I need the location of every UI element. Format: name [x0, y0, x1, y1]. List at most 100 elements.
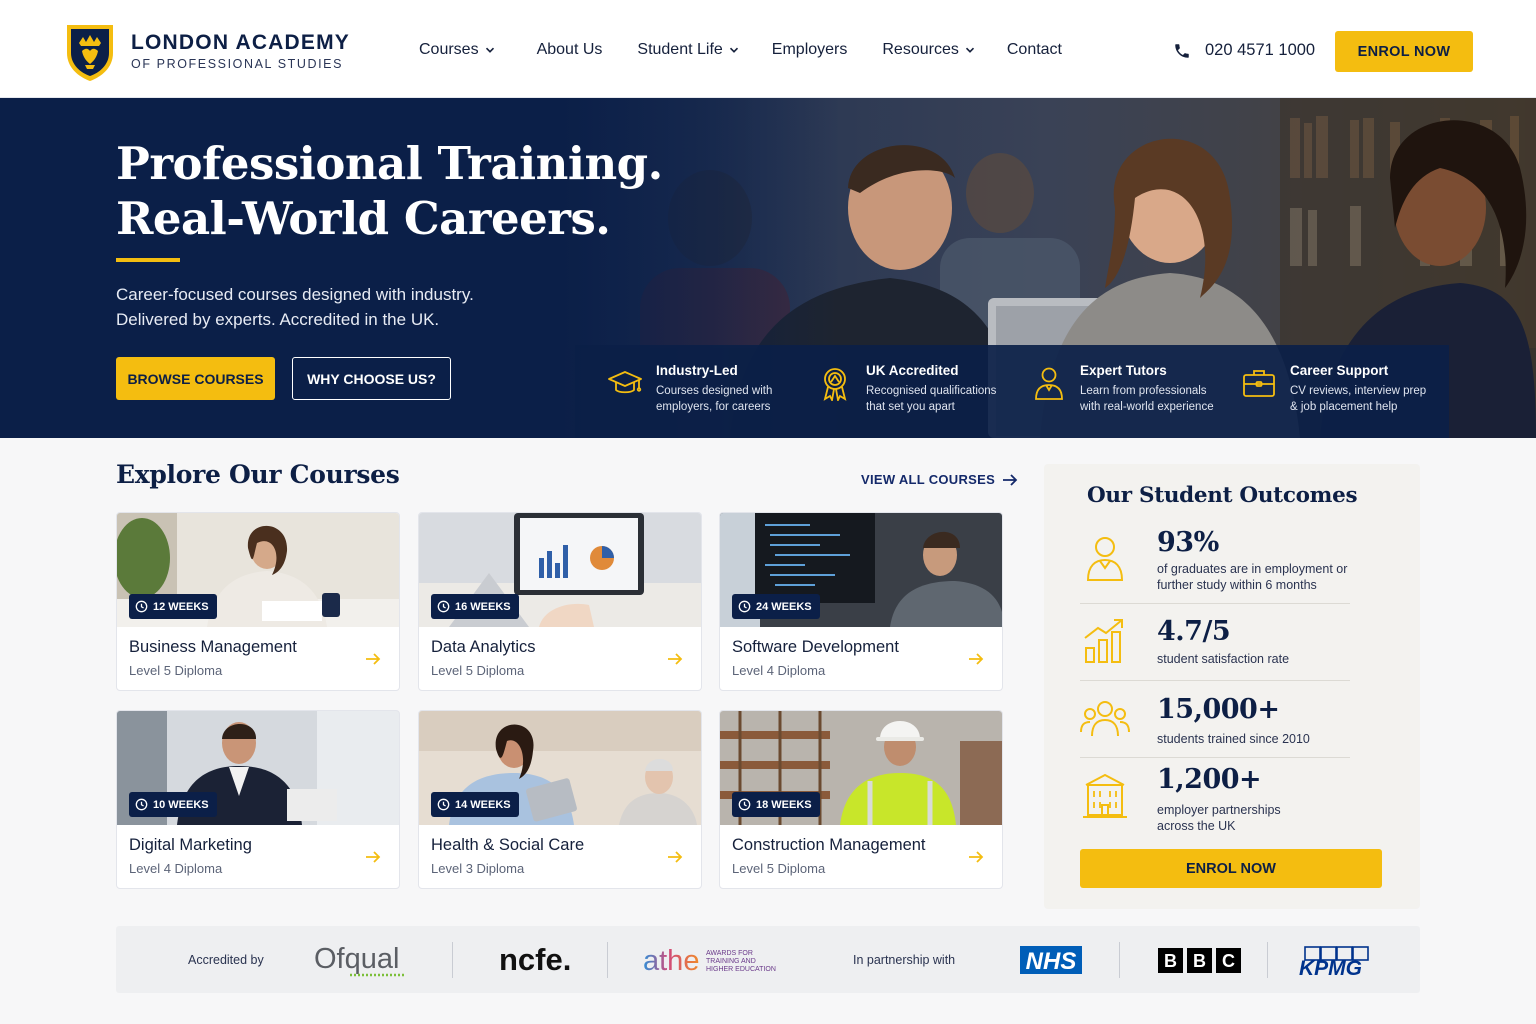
why-choose-us-button[interactable]: WHY CHOOSE US? — [292, 357, 451, 400]
stat-divider — [1080, 757, 1350, 758]
course-card-business-management[interactable]: 12 WEEKS Business Management Level 5 Dip… — [116, 512, 400, 691]
bbc-wordmark: B B C — [1158, 948, 1241, 973]
svg-text:B: B — [1193, 951, 1206, 971]
duration-badge: 16 WEEKS — [431, 594, 519, 619]
award-medal-icon — [823, 368, 847, 401]
enrol-now-button[interactable]: ENROL NOW — [1335, 31, 1473, 72]
nhs-logo[interactable]: NHS — [1020, 946, 1082, 979]
features-bar: Industry-Led Courses designed with emplo… — [575, 345, 1449, 438]
hero-title: Professional Training. Real-World Career… — [116, 136, 663, 246]
brand-subtitle: OF PROFESSIONAL STUDIES — [131, 57, 344, 71]
ncfe-wordmark: ncfe. — [499, 942, 571, 976]
courses-section-title: Explore Our Courses — [116, 460, 400, 489]
feature-career-support: Career Support CV reviews, interview pre… — [1209, 345, 1449, 438]
bbc-logo[interactable]: B B C — [1158, 948, 1242, 978]
nav-item-about-us[interactable]: About Us — [537, 41, 603, 59]
clock-icon — [135, 798, 148, 811]
hero-accent-rule — [116, 258, 180, 262]
building-icon — [1083, 773, 1127, 818]
nav-label: Contact — [1006, 41, 1062, 58]
course-card-digital-marketing[interactable]: 10 WEEKS Digital Marketing Level 4 Diplo… — [116, 710, 400, 889]
stat-students-trained: 15,000+ students trained since 2010 — [1080, 694, 1350, 754]
ncfe-logo[interactable]: ncfe. — [499, 942, 579, 981]
logo-separator — [1119, 942, 1120, 978]
nav-item-courses[interactable]: Courses — [419, 41, 495, 59]
kpmg-wordmark: KPMG — [1299, 957, 1362, 978]
arrow-right-icon — [668, 653, 683, 665]
phone-link[interactable]: 020 4571 1000 — [1173, 41, 1315, 60]
course-level: Level 5 Diploma — [129, 663, 223, 678]
nav-item-employers[interactable]: Employers — [772, 41, 848, 59]
course-card-software-development[interactable]: 24 WEEKS Software Development Level 4 Di… — [719, 512, 1003, 691]
course-name: Health & Social Care — [431, 836, 585, 854]
chevron-down-icon — [729, 47, 738, 53]
main-nav: Courses About Us Student Life Employers … — [419, 41, 1062, 59]
feature-industry-led: Industry-Led Courses designed with emplo… — [575, 345, 785, 438]
course-level: Level 4 Diploma — [129, 861, 223, 876]
stat-divider — [1080, 680, 1350, 681]
arrow-right-icon — [1003, 473, 1018, 486]
stat-satisfaction: 4.7/5 student satisfaction rate — [1080, 616, 1350, 676]
course-level: Level 4 Diploma — [732, 663, 826, 678]
nav-item-resources[interactable]: Resources — [882, 41, 974, 59]
stat-divider — [1080, 603, 1350, 604]
in-partnership-label: In partnership with — [853, 953, 956, 967]
chevron-down-icon — [965, 47, 974, 53]
hero-subtitle: Career-focused courses designed with ind… — [116, 282, 474, 332]
duration-label: 10 WEEKS — [153, 798, 209, 811]
feature-uk-accredited: UK Accredited Recognised qualifications … — [785, 345, 999, 438]
stat-desc: student satisfaction rate — [1157, 652, 1290, 666]
view-all-courses-link[interactable]: VIEW ALL COURSES — [861, 472, 1018, 487]
clock-icon — [738, 600, 751, 613]
brand-title[interactable]: LONDON ACADEMY — [131, 31, 350, 55]
nav-label: Courses — [419, 41, 479, 58]
stat-value: 93% — [1157, 527, 1219, 558]
browse-courses-button[interactable]: BROWSE COURSES — [116, 357, 275, 400]
arrow-right-icon — [969, 653, 984, 665]
student-outcomes-panel: Our Student Outcomes 93% of graduates ar… — [1044, 464, 1420, 909]
nav-label: Employers — [771, 41, 848, 58]
duration-label: 24 WEEKS — [756, 600, 812, 613]
ofqual-logo[interactable]: Ofqual — [314, 940, 408, 983]
briefcase-icon — [1243, 370, 1275, 397]
athe-tagline: AWARDS FOR TRAINING AND HIGHER EDUCATION — [706, 950, 776, 973]
arrow-right-icon — [366, 653, 381, 665]
feature-title: Expert Tutors — [1080, 363, 1167, 378]
stat-desc: employer partnerships across the UK — [1157, 803, 1281, 833]
stat-value: 4.7/5 — [1157, 616, 1231, 647]
arrow-right-icon — [366, 851, 381, 863]
outcomes-title: Our Student Outcomes — [1087, 483, 1358, 508]
course-name: Software Development — [732, 638, 899, 656]
course-level: Level 3 Diploma — [431, 861, 525, 876]
crest-logo-icon[interactable] — [64, 21, 116, 83]
tutor-person-icon — [1035, 367, 1063, 400]
course-level: Level 5 Diploma — [431, 663, 525, 678]
stat-desc: of graduates are in employment or furthe… — [1157, 562, 1348, 592]
logo-separator — [607, 942, 608, 978]
course-card-construction-management[interactable]: 18 WEEKS Construction Management Level 5… — [719, 710, 1003, 889]
graduate-person-icon — [1086, 537, 1124, 581]
course-card-health-social-care[interactable]: 14 WEEKS Health & Social Care Level 3 Di… — [418, 710, 702, 889]
svg-text:C: C — [1222, 951, 1235, 971]
nav-label: Resources — [882, 41, 959, 58]
stat-value: 15,000+ — [1157, 694, 1280, 725]
hero-subtitle-line1: Career-focused courses designed with ind… — [116, 285, 474, 304]
feature-desc: Recognised qualifications that set you a… — [866, 385, 997, 413]
stat-employer-partnerships: 1,200+ employer partnerships across the … — [1080, 764, 1350, 839]
chevron-down-icon — [485, 47, 494, 53]
feature-title: Career Support — [1290, 363, 1389, 378]
nav-item-student-life[interactable]: Student Life — [637, 41, 738, 59]
site-header: LONDON ACADEMY OF PROFESSIONAL STUDIES C… — [0, 0, 1536, 98]
course-name: Digital Marketing — [129, 836, 252, 854]
athe-logo[interactable]: athe AWARDS FOR TRAINING AND HIGHER EDUC… — [643, 944, 783, 981]
duration-label: 12 WEEKS — [153, 600, 209, 613]
nav-label: About Us — [536, 41, 603, 58]
nav-item-contact[interactable]: Contact — [1007, 41, 1062, 59]
kpmg-logo[interactable]: KPMG — [1299, 946, 1373, 983]
feature-title: Industry-Led — [656, 363, 738, 378]
phone-number: 020 4571 1000 — [1205, 41, 1316, 59]
course-card-data-analytics[interactable]: 16 WEEKS Data Analytics Level 5 Diploma — [418, 512, 702, 691]
course-name: Data Analytics — [431, 638, 536, 656]
feature-desc: Courses designed with employers, for car… — [656, 385, 773, 413]
enrol-now-button[interactable]: ENROL NOW — [1080, 849, 1382, 888]
